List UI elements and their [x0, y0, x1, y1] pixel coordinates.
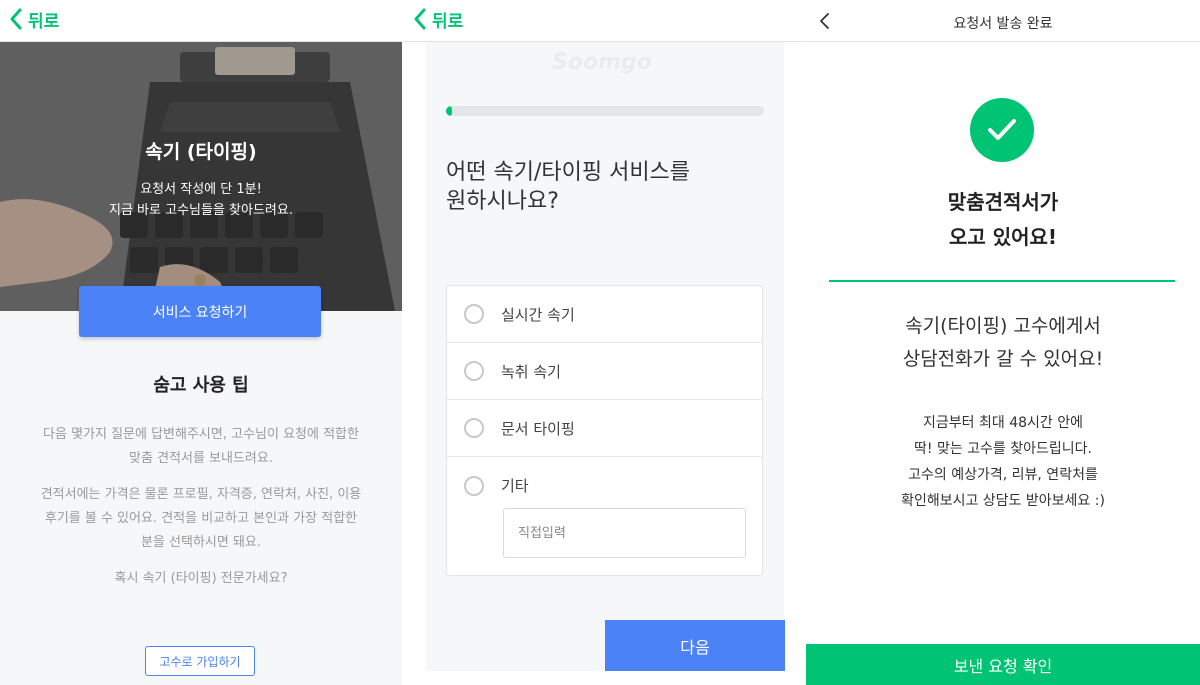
option-label: 기타: [501, 477, 529, 495]
progress-bar: [446, 106, 764, 116]
progress-fill: [446, 106, 453, 116]
tip-line: 맞춤 견적서를 보내드려요.: [129, 451, 273, 466]
back-label: 뒤로: [432, 11, 464, 32]
headline-line: 맞춤견적서가: [947, 190, 1059, 214]
back-button[interactable]: 뒤로: [412, 6, 463, 32]
sub-headline-line: 상담전화가 갈 수 있어요!: [902, 348, 1104, 370]
top-bar: 요청서 발송 완료: [806, 0, 1200, 42]
tip-line: 다음 몇가지 질문에 답변해주시면, 고수님이 요청에 적합한: [43, 427, 359, 442]
tip-line: 견적서에는 가격은 물론 프로필, 자격증, 연락처, 사진, 이용: [40, 487, 362, 502]
option-recording[interactable]: 녹취 속기: [447, 343, 762, 400]
info-text: 지금부터 최대 48시간 안에 딱! 맞는 고수를 찾아드립니다. 고수의 예상…: [806, 410, 1200, 514]
direct-input-field[interactable]: [503, 508, 746, 558]
headline-line: 오고 있어요!: [948, 225, 1058, 249]
page-title: 요청서 발송 완료: [953, 16, 1053, 32]
question-line: 원하시나요?: [446, 189, 559, 214]
option-realtime[interactable]: 실시간 속기: [447, 286, 762, 343]
hero-subtitle-line: 요청서 작성에 단 1분!: [140, 182, 262, 197]
back-label: 뒤로: [28, 11, 60, 32]
completion-screen: 요청서 발송 완료 맞춤견적서가 오고 있어요! 속기(타이핑) 고수에게서 상…: [806, 0, 1200, 685]
options-list: 실시간 속기 녹취 속기 문서 타이핑 기타: [446, 285, 763, 576]
join-as-expert-button[interactable]: 고수로 가입하기: [145, 646, 255, 676]
sub-headline: 속기(타이핑) 고수에게서 상담전화가 갈 수 있어요!: [806, 310, 1200, 376]
option-label: 녹취 속기: [501, 362, 561, 381]
hero-subtitle: 요청서 작성에 단 1분! 지금 바로 고수님들을 찾아드려요.: [0, 179, 402, 221]
sub-headline-line: 속기(타이핑) 고수에게서: [905, 315, 1101, 337]
next-button[interactable]: 다음: [605, 620, 785, 671]
tips-title: 숨고 사용 팁: [153, 375, 249, 396]
headline: 맞춤견적서가 오고 있어요!: [806, 185, 1200, 255]
info-line: 고수의 예상가격, 리뷰, 연락처를: [908, 467, 1098, 483]
back-button[interactable]: 뒤로: [8, 6, 59, 32]
option-label: 문서 타이핑: [501, 419, 575, 438]
tip-paragraph: 다음 몇가지 질문에 답변해주시면, 고수님이 요청에 적합한 맞춤 견적서를 …: [14, 423, 388, 471]
tip-line: 후기를 볼 수 있어요. 견적을 비교하고 본인과 가장 적합한: [44, 511, 358, 526]
top-bar: 뒤로: [0, 0, 402, 42]
info-line: 지금부터 최대 48시간 안에: [923, 415, 1083, 431]
radio-button[interactable]: [464, 361, 484, 381]
tip-paragraph: 견적서에는 가격은 물론 프로필, 자격증, 연락처, 사진, 이용 후기를 볼…: [14, 483, 388, 555]
hero-subtitle-line: 지금 바로 고수님들을 찾아드려요.: [109, 203, 293, 218]
radio-button[interactable]: [464, 418, 484, 438]
question-screen: 뒤로 Soomgo 어떤 속기/타이핑 서비스를 원하시나요? 실시간 속기 녹…: [404, 0, 804, 685]
radio-button[interactable]: [464, 304, 484, 324]
radio-button[interactable]: [464, 475, 484, 496]
typewriter-image: [0, 42, 402, 311]
success-badge: [970, 98, 1034, 162]
option-label: 실시간 속기: [501, 305, 575, 324]
tip-line: 분을 선택하시면 돼요.: [140, 535, 262, 550]
landing-screen: 뒤로 속기 (타이핑) 요청서 작성에 단 1분! 지금 바로 고수님들을 찾아…: [0, 0, 402, 685]
check-icon: [988, 119, 1016, 140]
hero-title: 속기 (타이핑): [145, 141, 257, 163]
request-service-button[interactable]: 서비스 요청하기: [79, 286, 321, 337]
top-bar: 뒤로: [404, 0, 804, 42]
option-document[interactable]: 문서 타이핑: [447, 400, 762, 457]
chevron-left-icon: [10, 8, 22, 30]
chevron-left-icon: [414, 8, 426, 30]
info-line: 확인해보시고 상담도 받아보세요 :): [901, 493, 1105, 509]
soomgo-watermark: Soomgo: [552, 50, 652, 75]
hero-image: 속기 (타이핑) 요청서 작성에 단 1분! 지금 바로 고수님들을 찾아드려요…: [0, 42, 402, 311]
question-line: 어떤 속기/타이핑 서비스를: [446, 160, 691, 185]
view-sent-request-button[interactable]: 보낸 요청 확인: [806, 644, 1200, 685]
option-other[interactable]: 기타: [447, 457, 762, 514]
expert-question: 혹시 속기 (타이핑) 전문가세요?: [114, 571, 288, 586]
divider: [829, 280, 1175, 282]
info-line: 딱! 맞는 고수를 찾아드립니다.: [914, 441, 1092, 457]
question-title: 어떤 속기/타이핑 서비스를 원하시나요?: [446, 158, 766, 216]
